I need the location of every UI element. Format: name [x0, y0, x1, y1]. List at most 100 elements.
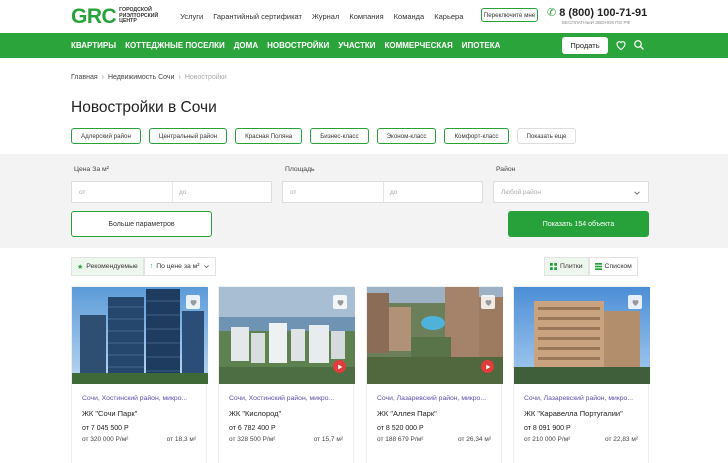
main-nav-new-buildings[interactable]: Новостройки [267, 41, 329, 50]
nav-company[interactable]: Компания [349, 12, 383, 21]
area-label: Площадь [285, 166, 315, 173]
sell-button[interactable]: Продать [562, 37, 608, 54]
breadcrumb-home[interactable]: Главная [71, 74, 98, 81]
listing-card[interactable]: Сочи, Хостинский район, микро... ЖК "Соч… [71, 286, 208, 463]
favorite-button[interactable] [333, 295, 347, 309]
logo[interactable]: GRC городской риэлторский центр [71, 5, 167, 29]
listing-area: от 26,34 м² [458, 436, 491, 443]
chevron-down-icon [634, 191, 640, 195]
price-from-input[interactable]: от [79, 189, 179, 196]
main-nav-apartments[interactable]: Квартиры [71, 41, 116, 50]
view-tiles[interactable]: Плитки [544, 257, 589, 276]
search-icon[interactable] [633, 39, 645, 51]
nav-certificate[interactable]: Гарантийный сертификат [213, 12, 302, 21]
price-range-input: от до [71, 181, 272, 203]
main-nav: Квартиры Коттеджные поселки Дома Новостр… [0, 33, 728, 58]
listing-image[interactable] [72, 287, 208, 384]
price-to-input[interactable]: до [179, 189, 186, 196]
sort-recommended-label: Рекомендуемые [86, 263, 138, 270]
heart-icon [485, 299, 491, 306]
listing-price-per-m2: от 328 500 Р/м² [229, 436, 276, 443]
listing-card[interactable]: Сочи, Лазаревский район, микро... ЖК "Ка… [513, 286, 650, 463]
list-icon [594, 263, 602, 270]
star-icon: ★ [77, 263, 84, 271]
listing-name[interactable]: ЖК "Каравелла Португалии" [524, 409, 623, 418]
nav-career[interactable]: Карьера [434, 12, 463, 21]
nav-services[interactable]: Услуги [180, 12, 203, 21]
breadcrumb-separator: › [178, 74, 181, 81]
main-nav-commercial[interactable]: Коммерческая [385, 41, 453, 50]
listing-area: от 18,3 м² [166, 436, 196, 443]
phone-number: 8 (800) 100-71-91 [559, 6, 648, 19]
video-button[interactable] [333, 360, 346, 373]
sort-options: ★ Рекомендуемые ↑ По цене за м² [71, 257, 216, 276]
breadcrumb-separator: › [101, 74, 104, 81]
breadcrumb: Главная › Недвижимость Сочи › Новостройк… [71, 74, 227, 81]
area-from-input[interactable]: от [290, 189, 390, 196]
view-list[interactable]: Списком [588, 257, 638, 276]
favorite-button[interactable] [628, 295, 642, 309]
favorite-button[interactable] [481, 295, 495, 309]
listing-name[interactable]: ЖК "Аллея Парк" [377, 409, 437, 418]
play-icon [485, 364, 490, 369]
main-nav-cottages[interactable]: Коттеджные поселки [125, 41, 225, 50]
chip-central[interactable]: Центральный район [148, 128, 228, 144]
listing-location[interactable]: Сочи, Лазаревский район, микро... [524, 395, 648, 402]
page-title: Новостройки в Сочи [71, 99, 217, 116]
phone-block[interactable]: ✆ 8 (800) 100-71-91 бесплатный звонок по… [547, 6, 648, 26]
chip-economy[interactable]: Эконом-класс [376, 128, 437, 144]
show-results-button[interactable]: Показать 154 объекта [508, 211, 649, 237]
main-nav-plots[interactable]: Участки [338, 41, 375, 50]
callback-button[interactable]: Переключите мне [481, 8, 538, 22]
listing-name[interactable]: ЖК "Кислород" [229, 409, 281, 418]
chip-comfort[interactable]: Комфорт-класс [444, 128, 509, 144]
phone-icon: ✆ [547, 7, 557, 19]
heart-icon [337, 299, 343, 306]
listing-price: от 6 782 400 Р [229, 425, 276, 432]
view-tiles-label: Плитки [560, 263, 583, 270]
price-label: Цена За м² [74, 166, 109, 173]
play-icon [337, 364, 342, 369]
sort-by-price-label: По цене за м² [156, 263, 200, 270]
breadcrumb-realty[interactable]: Недвижимость Сочи [108, 74, 174, 81]
logo-mark: GRC [71, 4, 117, 28]
listing-card[interactable]: Сочи, Лазаревский район, микро... ЖК "Ал… [366, 286, 503, 463]
main-nav-houses[interactable]: Дома [234, 41, 258, 50]
sort-by-price[interactable]: ↑ По цене за м² [143, 257, 216, 276]
more-params-button[interactable]: Больше параметров [71, 211, 212, 237]
favorite-button[interactable] [186, 295, 200, 309]
chevron-down-icon [203, 265, 209, 269]
main-nav-mortgage[interactable]: Ипотека [462, 41, 501, 50]
top-nav: Услуги Гарантийный сертификат Журнал Ком… [180, 12, 463, 21]
view-toggle: Плитки Списком [544, 257, 638, 276]
listing-price-per-m2: от 188 679 Р/м² [377, 436, 424, 443]
show-more-chips[interactable]: Показать еще [516, 128, 577, 144]
listing-image[interactable] [367, 287, 503, 384]
video-button[interactable] [481, 360, 494, 373]
sort-recommended[interactable]: ★ Рекомендуемые [71, 257, 144, 276]
heart-icon[interactable] [615, 39, 627, 51]
listing-card[interactable]: Сочи, Хостинский район, микро... ЖК "Кис… [218, 286, 355, 463]
chip-adler[interactable]: Адлерский район [71, 128, 141, 144]
chip-krasnaya-polyana[interactable]: Красная Поляна [235, 128, 303, 144]
nav-team[interactable]: Команда [394, 12, 425, 21]
input-divider [172, 182, 173, 202]
listing-image[interactable] [219, 287, 355, 384]
chip-business[interactable]: Бизнес-класс [310, 128, 369, 144]
logo-subtitle: городской риэлторский центр [119, 7, 159, 25]
listing-location[interactable]: Сочи, Хостинский район, микро... [229, 395, 353, 402]
nav-journal[interactable]: Журнал [312, 12, 339, 21]
area-to-input[interactable]: до [390, 189, 397, 196]
listing-location[interactable]: Сочи, Лазаревский район, микро... [377, 395, 501, 402]
listing-price-per-m2: от 210 000 Р/м² [524, 436, 571, 443]
heart-icon [632, 299, 638, 306]
input-divider [383, 182, 384, 202]
district-select[interactable]: Любой район [493, 181, 649, 203]
phone-subtitle: бесплатный звонок по РФ [562, 20, 630, 25]
listing-price: от 7 045 500 Р [82, 425, 129, 432]
listing-image[interactable] [514, 287, 650, 384]
listing-price-per-m2: от 320 000 Р/м² [82, 436, 129, 443]
listing-location[interactable]: Сочи, Хостинский район, микро... [82, 395, 206, 402]
listing-name[interactable]: ЖК "Сочи Парк" [82, 409, 137, 418]
view-list-label: Списком [604, 263, 632, 270]
